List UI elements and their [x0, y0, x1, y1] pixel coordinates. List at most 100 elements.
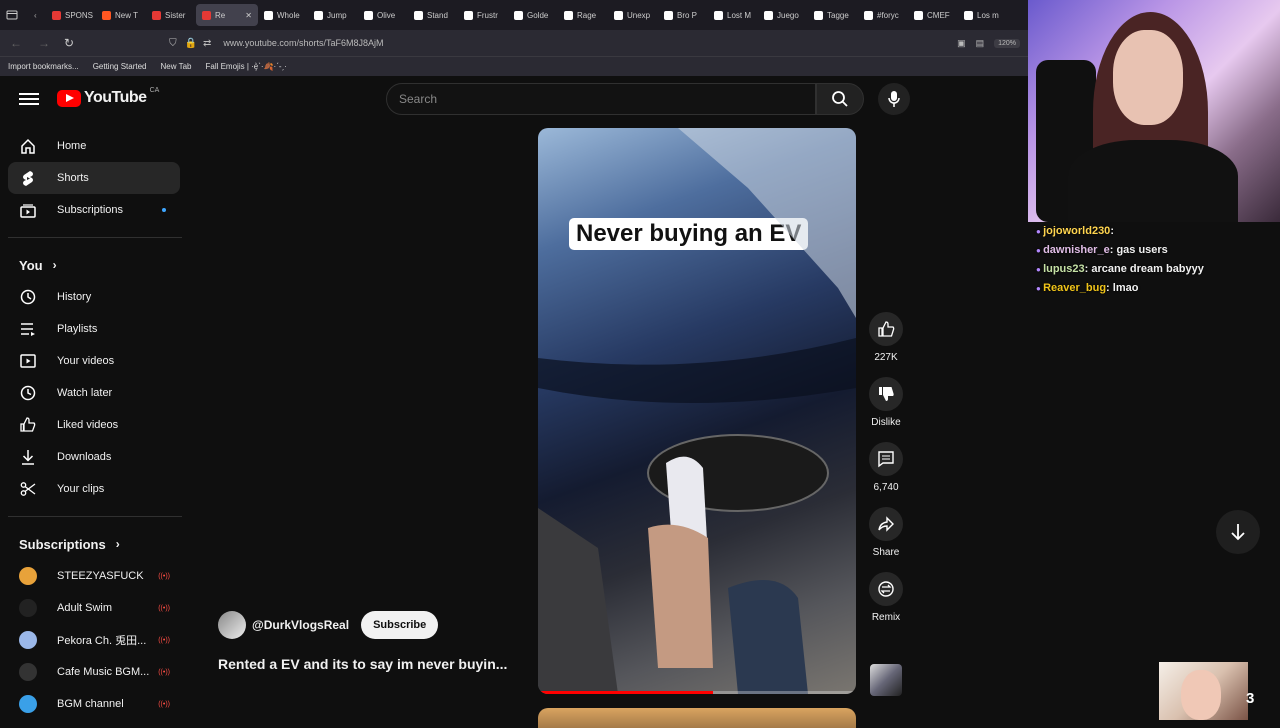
- subscription-channel[interactable]: STEEZYASFUCK ((•)): [8, 560, 180, 592]
- channel-avatar[interactable]: [218, 611, 246, 639]
- browser-tab[interactable]: Unexp: [608, 4, 658, 26]
- channel-name[interactable]: @DurkVlogsReal: [252, 618, 349, 632]
- subscription-channel[interactable]: Adult Swim ((•)): [8, 592, 180, 624]
- bookmark-item[interactable]: Fall Emojis | ·ȩ̀ˋ·🍂·ˊ-ˏ·: [205, 62, 286, 71]
- browser-tab[interactable]: CMEF: [908, 4, 958, 26]
- url-text[interactable]: www.youtube.com/shorts/TaF6M8J8AjM: [223, 38, 383, 48]
- short-video-player[interactable]: Never buying an EV: [538, 128, 856, 694]
- sidebar-item[interactable]: Watch later: [8, 377, 180, 409]
- sidebar-item[interactable]: Your clips: [8, 473, 180, 505]
- subscribe-button[interactable]: Subscribe: [361, 611, 439, 639]
- browser-tab[interactable]: Los m: [958, 4, 1008, 26]
- browser-tab[interactable]: SPONS: [46, 4, 96, 26]
- sidebar-item[interactable]: Playlists: [8, 313, 180, 345]
- sidebar-item[interactable]: Home: [8, 130, 180, 162]
- streamer-webcam: [1028, 0, 1280, 222]
- arrow-down-icon: [1231, 524, 1245, 541]
- next-short-button[interactable]: [1216, 510, 1260, 554]
- voice-search-button[interactable]: [878, 83, 910, 115]
- search-icon: [832, 91, 848, 107]
- sidebar: Home Shorts Subscriptions You › History Playli…: [0, 130, 192, 720]
- sound-thumbnail[interactable]: [870, 664, 902, 696]
- youtube-logo[interactable]: YouTube CA: [57, 87, 159, 107]
- reader-icon[interactable]: ▤: [976, 38, 985, 49]
- screenshot-icon[interactable]: ▣: [957, 38, 966, 49]
- chat-text: arcane dream babyyy: [1091, 263, 1204, 275]
- subscriptions-icon: [19, 201, 37, 219]
- microphone-icon: [888, 91, 900, 107]
- share-button[interactable]: [869, 507, 903, 541]
- search-button[interactable]: [816, 83, 864, 115]
- thumbs-down-icon: [879, 387, 894, 401]
- lock-icon[interactable]: 🔒: [185, 38, 197, 49]
- mini-webcam-face: [1181, 670, 1221, 720]
- browser-tab[interactable]: Sister: [146, 4, 196, 26]
- like-button[interactable]: [869, 312, 903, 346]
- browser-tab[interactable]: #foryc: [858, 4, 908, 26]
- browser-tab[interactable]: New T: [96, 4, 146, 26]
- logo-text: YouTube: [84, 89, 147, 106]
- next-short-preview[interactable]: [538, 708, 856, 728]
- dislike-button[interactable]: [869, 377, 903, 411]
- sidebar-item[interactable]: Shorts: [8, 162, 180, 194]
- sidebar-item[interactable]: Liked videos: [8, 409, 180, 441]
- chat-colon: :: [1110, 225, 1114, 237]
- chevron-right-icon: ›: [115, 537, 120, 551]
- sidebar-item[interactable]: History: [8, 281, 180, 313]
- sidebar-item-label: Liked videos: [57, 419, 119, 431]
- browser-tab[interactable]: Re ✕: [196, 4, 258, 26]
- browser-tab[interactable]: Jump: [308, 4, 358, 26]
- browser-tab[interactable]: Rage: [558, 4, 608, 26]
- subscription-channel[interactable]: BGM channel ((•)): [8, 688, 180, 720]
- browser-tab[interactable]: Stand: [408, 4, 458, 26]
- comments-button[interactable]: [869, 442, 903, 476]
- bookmark-item[interactable]: New Tab: [161, 62, 192, 71]
- browser-tab[interactable]: Whole: [258, 4, 308, 26]
- sidebar-item[interactable]: Downloads: [8, 441, 180, 473]
- playlists-icon: [19, 320, 37, 338]
- chat-message: ● lupus23: arcane dream babyyy: [1036, 260, 1280, 279]
- tab-label: Golde: [527, 10, 549, 20]
- browser-tab[interactable]: Golde: [508, 4, 558, 26]
- browser-tab[interactable]: Lost M: [708, 4, 758, 26]
- browser-tab[interactable]: Juego: [758, 4, 808, 26]
- subscription-channel[interactable]: Pekora Ch. 兎田... ((•)): [8, 624, 180, 656]
- browser-tab[interactable]: Bro P: [658, 4, 708, 26]
- bookmark-item[interactable]: Import bookmarks...: [8, 62, 79, 71]
- comments-action: 6,740: [860, 442, 912, 493]
- tab-scroll-left[interactable]: ‹: [28, 4, 46, 26]
- youtube-play-icon: [57, 89, 81, 107]
- sidebar-item[interactable]: Subscriptions: [8, 194, 180, 226]
- tab-favicon-icon: [314, 10, 323, 20]
- back-icon[interactable]: ←: [10, 36, 22, 50]
- browser-tab[interactable]: Olive: [358, 4, 408, 26]
- video-progress-bar[interactable]: [538, 691, 856, 694]
- remix-icon: [878, 581, 894, 597]
- live-indicator-icon: ((•)): [158, 636, 170, 644]
- sidebar-item[interactable]: Your videos: [8, 345, 180, 377]
- bookmark-item[interactable]: Getting Started: [93, 62, 147, 71]
- short-title[interactable]: Rented a EV and its to say im never buyi…: [218, 656, 528, 672]
- remix-button[interactable]: [869, 572, 903, 606]
- subscription-channel[interactable]: Cafe Music BGM... ((•)): [8, 656, 180, 688]
- subscriptions-section-heading[interactable]: Subscriptions ›: [0, 528, 192, 560]
- shield-icon[interactable]: ⛉: [169, 38, 177, 49]
- you-heading-label: You: [19, 257, 43, 273]
- watch-later-icon: [19, 384, 37, 402]
- hamburger-menu-icon[interactable]: [19, 90, 39, 106]
- you-section-heading[interactable]: You ›: [0, 249, 192, 281]
- tab-favicon-icon: [414, 10, 423, 20]
- permissions-icon[interactable]: ⇄: [203, 38, 211, 49]
- search-input[interactable]: Search: [386, 83, 816, 115]
- tab-label: CMEF: [927, 10, 950, 20]
- share-action: Share: [860, 507, 912, 558]
- browser-tab[interactable]: Tagge: [808, 4, 858, 26]
- sidebar-item-label: Subscriptions: [57, 204, 124, 216]
- reload-icon[interactable]: ↻: [64, 36, 74, 50]
- tab-list-button[interactable]: [0, 4, 28, 26]
- close-tab-icon[interactable]: ✕: [245, 11, 252, 20]
- zoom-level[interactable]: 120%: [994, 38, 1020, 48]
- tab-label: New T: [115, 10, 138, 20]
- browser-tab[interactable]: Frustr: [458, 4, 508, 26]
- forward-icon[interactable]: →: [38, 36, 50, 50]
